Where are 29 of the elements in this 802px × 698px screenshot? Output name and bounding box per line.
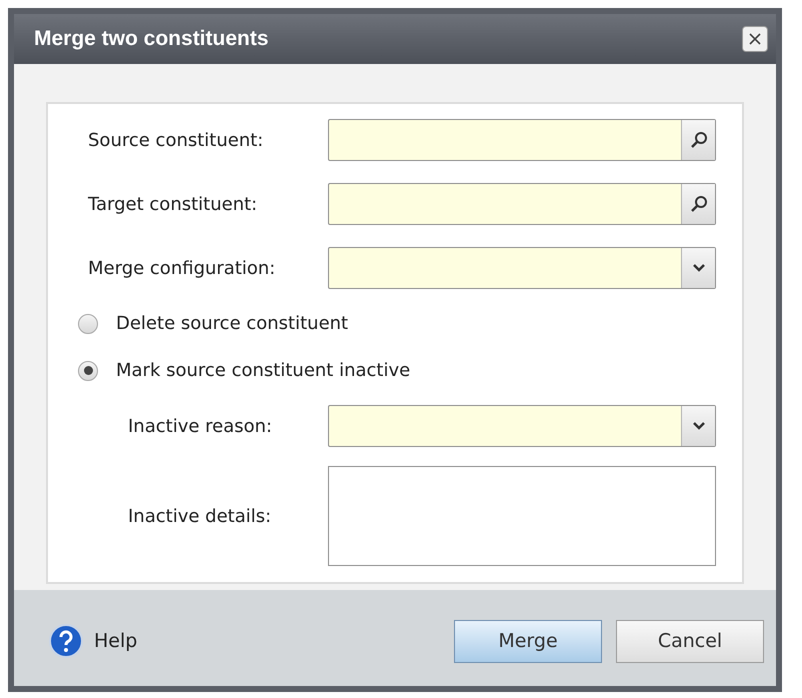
chevron-down-icon	[692, 263, 706, 273]
radio-button[interactable]	[78, 360, 98, 380]
radio-label: Delete source constituent	[116, 312, 348, 336]
field-label: Inactive details:	[127, 504, 272, 528]
search-icon	[688, 194, 708, 214]
field-label: Merge configuration:	[88, 256, 276, 280]
field-label: Source constituent:	[88, 128, 264, 152]
field-label: Target constituent:	[88, 192, 258, 216]
close-button[interactable]	[742, 26, 768, 52]
window-title: Merge two constituents	[34, 26, 269, 52]
close-icon	[748, 32, 762, 46]
search-button[interactable]	[681, 120, 715, 160]
radio-label: Mark source constituent inactive	[116, 359, 410, 383]
field-label: Inactive reason:	[127, 414, 274, 438]
search-icon	[688, 130, 708, 150]
help-link[interactable]: Help	[94, 626, 138, 656]
radio-button[interactable]	[78, 314, 98, 334]
dropdown-field[interactable]	[328, 405, 716, 447]
dropdown-button[interactable]	[681, 248, 715, 288]
dropdown-button[interactable]	[681, 406, 715, 446]
chevron-down-icon	[692, 421, 706, 431]
text-area[interactable]	[328, 466, 716, 566]
lookup-field[interactable]	[328, 119, 716, 161]
dialog-button[interactable]: Merge	[454, 620, 602, 662]
search-button[interactable]	[681, 184, 715, 224]
dropdown-field[interactable]	[328, 247, 716, 289]
lookup-field[interactable]	[328, 183, 716, 225]
help-icon[interactable]	[48, 623, 84, 659]
dialog-button[interactable]: Cancel	[616, 620, 764, 662]
